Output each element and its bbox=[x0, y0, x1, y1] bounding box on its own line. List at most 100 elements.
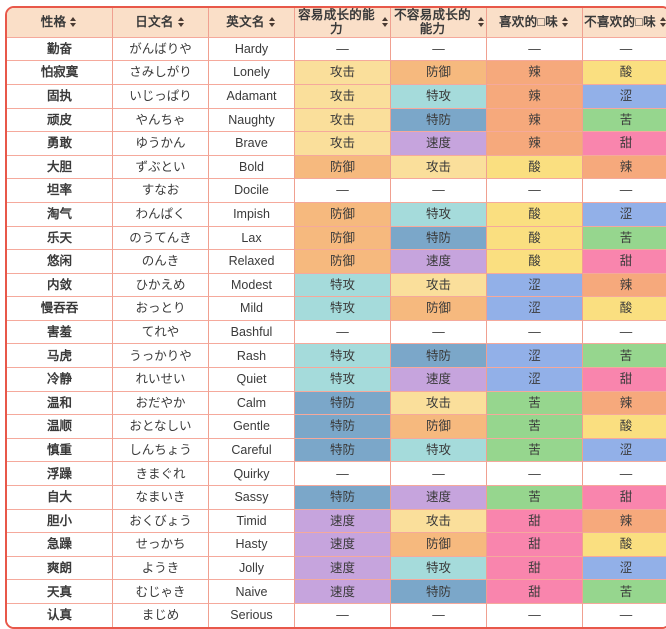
sort-updown-icon[interactable] bbox=[561, 16, 570, 28]
sort-updown-icon[interactable] bbox=[177, 16, 186, 28]
cell-disliked-flavor: 甜 bbox=[583, 132, 666, 156]
cell-disliked-flavor: 酸 bbox=[583, 297, 666, 321]
cell-english-name: Bold bbox=[209, 155, 295, 180]
cell-nature-name: 冷静 bbox=[7, 368, 113, 392]
cell-liked-flavor: — bbox=[487, 320, 583, 345]
cell-increased-stat: 特攻 bbox=[295, 344, 391, 369]
cell-liked-flavor: — bbox=[487, 179, 583, 203]
column-header-nature[interactable]: 性格 bbox=[7, 8, 113, 38]
cell-disliked-flavor: 涩 bbox=[583, 84, 666, 109]
column-header-decreased-stat[interactable]: 不容易成长的能力 bbox=[391, 8, 487, 38]
cell-liked-flavor: 涩 bbox=[487, 344, 583, 369]
cell-nature-name: 浮躁 bbox=[7, 462, 113, 487]
cell-disliked-flavor: — bbox=[583, 179, 666, 203]
cell-liked-flavor: 涩 bbox=[487, 368, 583, 392]
cell-nature-name: 温顺 bbox=[7, 415, 113, 439]
column-header-disliked-flavor[interactable]: 不喜欢的□味 bbox=[583, 8, 666, 38]
cell-nature-name: 慢吞吞 bbox=[7, 297, 113, 321]
cell-liked-flavor: 苦 bbox=[487, 486, 583, 510]
cell-liked-flavor: 辣 bbox=[487, 84, 583, 109]
cell-decreased-stat: — bbox=[391, 37, 487, 62]
cell-disliked-flavor: 酸 bbox=[583, 533, 666, 557]
cell-japanese-name: むじゃき bbox=[113, 580, 209, 604]
cell-english-name: Jolly bbox=[209, 556, 295, 581]
table-row: 乐天 のうてんき Lax 防御 特防酸苦 bbox=[7, 226, 666, 251]
cell-disliked-flavor: 辣 bbox=[583, 509, 666, 534]
cell-japanese-name: ようき bbox=[113, 556, 209, 581]
cell-increased-stat: — bbox=[295, 320, 391, 345]
sort-updown-icon[interactable] bbox=[268, 16, 277, 28]
cell-decreased-stat: 特攻 bbox=[391, 202, 487, 227]
cell-nature-name: 胆小 bbox=[7, 509, 113, 534]
cell-english-name: Gentle bbox=[209, 415, 295, 439]
cell-nature-name: 固执 bbox=[7, 84, 113, 109]
cell-disliked-flavor: — bbox=[583, 604, 666, 627]
sort-updown-icon[interactable] bbox=[477, 16, 486, 28]
cell-increased-stat: 特攻 bbox=[295, 273, 391, 298]
cell-increased-stat: 速度 bbox=[295, 509, 391, 534]
column-header-japanese-name[interactable]: 日文名 bbox=[113, 8, 209, 38]
cell-english-name: Brave bbox=[209, 132, 295, 156]
cell-disliked-flavor: 辣 bbox=[583, 391, 666, 416]
cell-nature-name: 内敛 bbox=[7, 273, 113, 298]
sort-updown-icon[interactable] bbox=[69, 16, 78, 28]
cell-disliked-flavor: 苦 bbox=[583, 108, 666, 133]
table-row: 悠闲 のんき Relaxed 防御 速度酸甜 bbox=[7, 250, 666, 274]
cell-japanese-name: おくびょう bbox=[113, 509, 209, 534]
cell-disliked-flavor: 涩 bbox=[583, 556, 666, 581]
cell-nature-name: 大胆 bbox=[7, 155, 113, 180]
cell-disliked-flavor: 涩 bbox=[583, 438, 666, 463]
cell-increased-stat: 防御 bbox=[295, 155, 391, 180]
cell-english-name: Rash bbox=[209, 344, 295, 369]
cell-increased-stat: 速度 bbox=[295, 556, 391, 581]
cell-liked-flavor: 甜 bbox=[487, 509, 583, 534]
cell-japanese-name: れいせい bbox=[113, 368, 209, 392]
table-row: 自大 なまいき Sassy 特防 速度苦甜 bbox=[7, 486, 666, 510]
cell-nature-name: 乐天 bbox=[7, 226, 113, 251]
sort-updown-icon[interactable] bbox=[659, 16, 666, 28]
table-row: 固执 いじっぱり Adamant 攻击 特攻辣涩 bbox=[7, 84, 666, 109]
cell-increased-stat: 特攻 bbox=[295, 368, 391, 392]
table-row: 内敛 ひかえめ Modest 特攻 攻击涩辣 bbox=[7, 273, 666, 298]
cell-increased-stat: 特防 bbox=[295, 486, 391, 510]
cell-nature-name: 慎重 bbox=[7, 438, 113, 463]
cell-disliked-flavor: 辣 bbox=[583, 155, 666, 180]
cell-nature-name: 马虎 bbox=[7, 344, 113, 369]
cell-liked-flavor: 甜 bbox=[487, 533, 583, 557]
table-row: 冷静 れいせい Quiet 特攻 速度涩甜 bbox=[7, 368, 666, 392]
table-row: 慎重 しんちょう Careful 特防 特攻苦涩 bbox=[7, 438, 666, 463]
cell-increased-stat: — bbox=[295, 179, 391, 203]
cell-japanese-name: なまいき bbox=[113, 486, 209, 510]
cell-japanese-name: てれや bbox=[113, 320, 209, 345]
cell-increased-stat: 速度 bbox=[295, 533, 391, 557]
cell-nature-name: 怕寂寞 bbox=[7, 61, 113, 85]
cell-decreased-stat: — bbox=[391, 320, 487, 345]
cell-liked-flavor: 酸 bbox=[487, 226, 583, 251]
cell-disliked-flavor: — bbox=[583, 462, 666, 487]
column-header-english-name[interactable]: 英文名 bbox=[209, 8, 295, 38]
table-row: 慢吞吞 おっとり Mild 特攻 防御涩酸 bbox=[7, 297, 666, 321]
cell-english-name: Calm bbox=[209, 391, 295, 416]
column-header-increased-stat[interactable]: 容易成长的能力 bbox=[295, 8, 391, 38]
column-header-liked-flavor[interactable]: 喜欢的□味 bbox=[487, 8, 583, 38]
cell-increased-stat: 防御 bbox=[295, 202, 391, 227]
cell-disliked-flavor: 酸 bbox=[583, 415, 666, 439]
table-row: 温顺 おとなしい Gentle 特防 防御苦酸 bbox=[7, 415, 666, 439]
sort-updown-icon[interactable] bbox=[381, 16, 390, 28]
column-header-label: 不容易成长的能力 bbox=[394, 8, 471, 37]
cell-nature-name: 勇敢 bbox=[7, 132, 113, 156]
cell-liked-flavor: — bbox=[487, 37, 583, 62]
cell-decreased-stat: 攻击 bbox=[391, 273, 487, 298]
cell-english-name: Mild bbox=[209, 297, 295, 321]
cell-increased-stat: — bbox=[295, 604, 391, 627]
cell-disliked-flavor: 甜 bbox=[583, 486, 666, 510]
cell-decreased-stat: 速度 bbox=[391, 486, 487, 510]
cell-decreased-stat: 攻击 bbox=[391, 509, 487, 534]
cell-japanese-name: さみしがり bbox=[113, 61, 209, 85]
cell-disliked-flavor: 苦 bbox=[583, 580, 666, 604]
cell-decreased-stat: 特防 bbox=[391, 580, 487, 604]
cell-english-name: Hardy bbox=[209, 37, 295, 62]
cell-japanese-name: のうてんき bbox=[113, 226, 209, 251]
table-body: 勤奋 がんばりや Hardy — — — — 怕寂寞 さみしがり Lonely 攻击 防御辣酸固执 いじ… bbox=[7, 37, 666, 627]
cell-increased-stat: — bbox=[295, 37, 391, 62]
